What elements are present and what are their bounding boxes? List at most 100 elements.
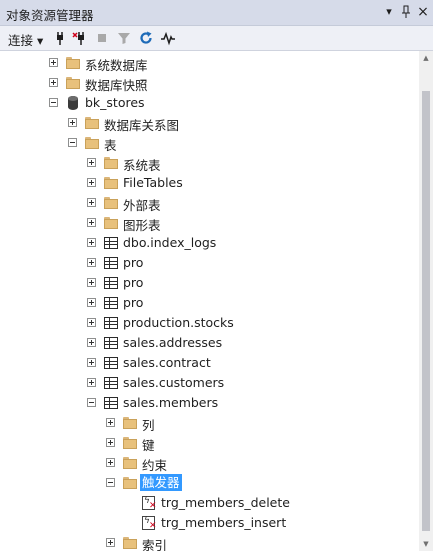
tree-node-label: 数据库关系图 bbox=[104, 118, 180, 133]
table-icon bbox=[103, 255, 119, 271]
panel-title: 对象资源管理器 bbox=[6, 8, 94, 23]
filter-icon[interactable] bbox=[116, 30, 132, 46]
tree-node[interactable]: dbo.index_logs bbox=[0, 233, 419, 253]
tree-node[interactable]: 数据库快照 bbox=[0, 73, 419, 93]
folder-icon bbox=[122, 415, 138, 431]
tree-node[interactable]: ϟ ✕ trg_members_delete bbox=[0, 493, 419, 513]
table-icon bbox=[103, 315, 119, 331]
tree-node[interactable]: pro bbox=[0, 293, 419, 313]
disconnect-icon[interactable] bbox=[72, 30, 88, 46]
tree-node[interactable]: pro bbox=[0, 273, 419, 293]
connect-dropdown-button[interactable]: 连接 ▾ bbox=[8, 30, 43, 49]
tree-node-label: FileTables bbox=[123, 175, 183, 190]
scroll-down-arrow-icon[interactable]: ▼ bbox=[419, 537, 433, 551]
expand-plus-icon[interactable] bbox=[106, 458, 115, 467]
table-icon bbox=[103, 275, 119, 291]
tree-node[interactable]: 系统数据库 bbox=[0, 53, 419, 73]
collapse-minus-icon[interactable] bbox=[68, 138, 77, 147]
expand-plus-icon[interactable] bbox=[87, 338, 96, 347]
expand-plus-icon[interactable] bbox=[106, 418, 115, 427]
tree-node[interactable]: sales.customers bbox=[0, 373, 419, 393]
tree-node-label: 触发器 bbox=[140, 474, 182, 491]
tree-node[interactable]: 数据库关系图 bbox=[0, 113, 419, 133]
table-icon bbox=[103, 375, 119, 391]
tree-node[interactable]: 外部表 bbox=[0, 193, 419, 213]
expand-plus-icon[interactable] bbox=[49, 78, 58, 87]
folder-icon bbox=[103, 175, 119, 191]
object-explorer-tree: 系统数据库 数据库快照 bk_stores 数据库关系图表系统表 FileTables 外… bbox=[0, 51, 419, 551]
table-icon bbox=[103, 395, 119, 411]
database-icon bbox=[65, 95, 81, 111]
tree-node[interactable]: 图形表 bbox=[0, 213, 419, 233]
tree-node-label: trg_members_delete bbox=[161, 495, 290, 510]
auto-hide-pin-icon[interactable] bbox=[398, 4, 414, 20]
tree-node[interactable]: production.stocks bbox=[0, 313, 419, 333]
folder-icon bbox=[122, 535, 138, 551]
tree-node[interactable]: sales.contract bbox=[0, 353, 419, 373]
folder-icon bbox=[84, 115, 100, 131]
collapse-minus-icon[interactable] bbox=[49, 98, 58, 107]
folder-icon bbox=[84, 135, 100, 151]
expand-plus-icon[interactable] bbox=[87, 298, 96, 307]
tree-node-label: 索引 bbox=[142, 538, 168, 551]
activity-monitor-icon[interactable] bbox=[160, 30, 176, 46]
tree-node[interactable]: pro bbox=[0, 253, 419, 273]
expand-plus-icon[interactable] bbox=[49, 58, 58, 67]
tree-node-label: 列 bbox=[142, 418, 155, 433]
table-icon bbox=[103, 295, 119, 311]
tree-node[interactable]: 触发器 bbox=[0, 473, 419, 493]
tree-node-label: 系统数据库 bbox=[85, 58, 148, 73]
expand-plus-icon[interactable] bbox=[106, 538, 115, 547]
window-position-dropdown-icon[interactable]: ▾ bbox=[381, 4, 397, 20]
tree-node-label: pro bbox=[123, 275, 144, 290]
folder-icon bbox=[103, 195, 119, 211]
vertical-scrollbar[interactable]: ▲ ▼ bbox=[419, 51, 433, 551]
tree-node[interactable]: bk_stores bbox=[0, 93, 419, 113]
tree-node-label: trg_members_insert bbox=[161, 515, 287, 530]
tree-node[interactable]: 列 bbox=[0, 413, 419, 433]
expand-plus-icon[interactable] bbox=[87, 258, 96, 267]
folder-icon bbox=[103, 155, 119, 171]
tree-node[interactable]: FileTables bbox=[0, 173, 419, 193]
expand-plus-icon[interactable] bbox=[87, 218, 96, 227]
tree-node[interactable]: sales.addresses bbox=[0, 333, 419, 353]
tree-node-label: sales.members bbox=[123, 395, 219, 410]
folder-icon bbox=[122, 435, 138, 451]
scroll-up-arrow-icon[interactable]: ▲ bbox=[419, 51, 433, 65]
explorer-toolbar: 连接 ▾ bbox=[0, 26, 433, 51]
folder-icon bbox=[122, 455, 138, 471]
tree-node[interactable]: 键 bbox=[0, 433, 419, 453]
expand-plus-icon[interactable] bbox=[87, 318, 96, 327]
table-icon bbox=[103, 355, 119, 371]
connect-plug-icon[interactable] bbox=[52, 30, 68, 46]
expand-plus-icon[interactable] bbox=[87, 198, 96, 207]
tree-node[interactable]: 系统表 bbox=[0, 153, 419, 173]
expand-plus-icon[interactable] bbox=[87, 238, 96, 247]
stop-icon[interactable] bbox=[94, 30, 110, 46]
scrollbar-thumb[interactable] bbox=[422, 91, 430, 531]
tree-node[interactable]: ϟ ✕ trg_members_insert bbox=[0, 513, 419, 533]
expand-plus-icon[interactable] bbox=[87, 378, 96, 387]
panel-title-bar: 对象资源管理器 ▾ × bbox=[0, 0, 433, 26]
folder-icon bbox=[122, 475, 138, 491]
tree-node-label: sales.customers bbox=[123, 375, 225, 390]
tree-node-label: 图形表 bbox=[123, 218, 161, 233]
expand-plus-icon[interactable] bbox=[106, 438, 115, 447]
trigger-icon: ϟ ✕ bbox=[142, 496, 157, 511]
expand-plus-icon[interactable] bbox=[87, 158, 96, 167]
collapse-minus-icon[interactable] bbox=[87, 398, 96, 407]
collapse-minus-icon[interactable] bbox=[106, 478, 115, 487]
tree-node[interactable]: 表 bbox=[0, 133, 419, 153]
tree-node[interactable]: 索引 bbox=[0, 533, 419, 551]
close-icon[interactable]: × bbox=[415, 4, 431, 20]
tree-node[interactable]: sales.members bbox=[0, 393, 419, 413]
tree-node-label: sales.contract bbox=[123, 355, 211, 370]
expand-plus-icon[interactable] bbox=[68, 118, 77, 127]
tree-node-label: pro bbox=[123, 255, 144, 270]
refresh-icon[interactable] bbox=[138, 30, 154, 46]
expand-plus-icon[interactable] bbox=[87, 358, 96, 367]
tree-node[interactable]: 约束 bbox=[0, 453, 419, 473]
expand-plus-icon[interactable] bbox=[87, 178, 96, 187]
expand-plus-icon[interactable] bbox=[87, 278, 96, 287]
tree-node-label: 表 bbox=[104, 138, 117, 153]
